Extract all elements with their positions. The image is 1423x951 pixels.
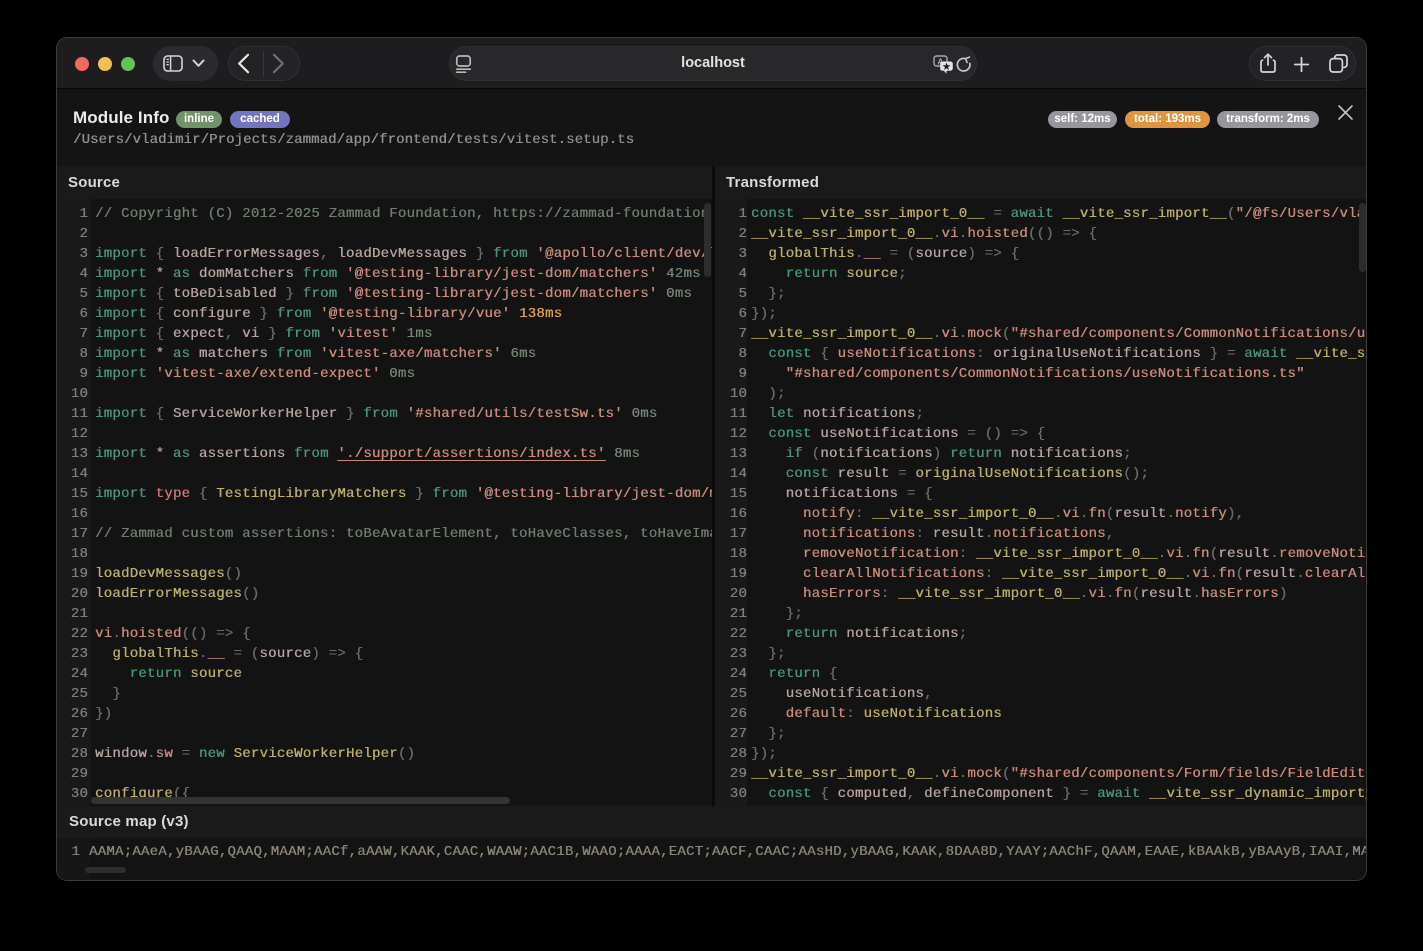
svg-text:★: ★	[943, 62, 952, 72]
